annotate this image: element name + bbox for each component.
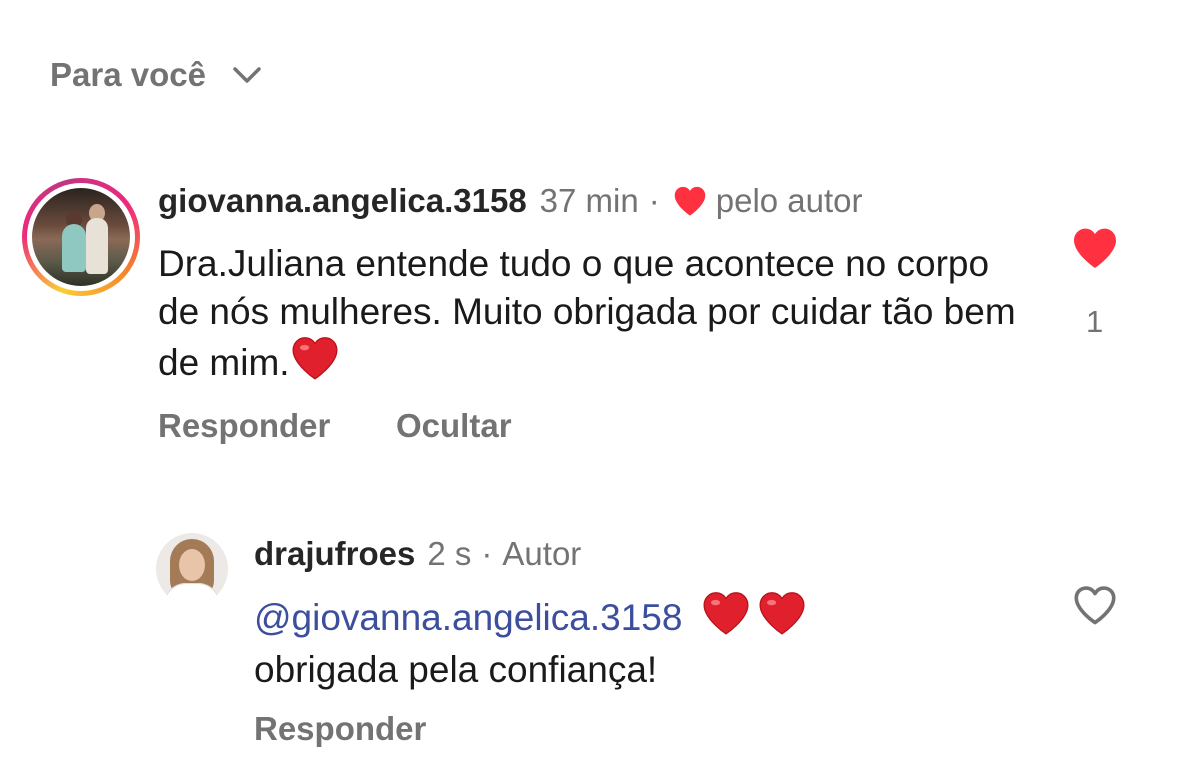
heart-filled-icon[interactable] [1070,226,1120,270]
sort-label: Para você [50,56,206,93]
meta-separator: · [648,182,660,219]
red-heart-emoji-icon [703,592,749,635]
reply-button[interactable]: Responder [158,407,330,445]
comment-text: Dra.Juliana entende tudo o que acontece … [158,240,1018,387]
author-badge: Autor [502,535,582,572]
comment-username[interactable]: giovanna.angelica.3158 [158,182,527,220]
comment-username[interactable]: drajufroes [254,535,415,573]
avatar-story-ring[interactable] [22,178,140,296]
avatar[interactable] [156,533,228,605]
hide-button[interactable]: Ocultar [396,407,512,445]
comments-sheet: Para você giovanna.angelica.3158 37 min … [0,0,1179,763]
like-count[interactable]: 1 [1086,304,1103,340]
comment-time: 37 min [539,182,639,219]
comment-time: 2 s [427,535,472,572]
liked-by-author-label: pelo autor [715,182,863,219]
comment-text: @giovanna.angelica.3158 obrigada pela co… [254,590,1014,696]
comment-body: obrigada pela confiança! [254,649,658,690]
mention-link[interactable]: @giovanna.angelica.3158 [254,597,682,638]
chevron-down-icon [233,67,261,83]
liked-by-author-heart-icon [674,186,706,216]
comment-header: drajufroes 2 s · Autor [254,535,581,573]
red-heart-emoji-icon [759,592,805,635]
avatar [32,188,130,286]
red-heart-emoji-icon [292,337,338,380]
comment-body: Dra.Juliana entende tudo o que acontece … [158,243,1016,383]
comment-header: giovanna.angelica.3158 37 min · pelo aut… [158,182,863,220]
sort-dropdown[interactable]: Para você [50,56,262,94]
reply-button[interactable]: Responder [254,710,426,748]
heart-outline-icon[interactable] [1072,584,1118,626]
meta-separator: · [481,535,493,572]
